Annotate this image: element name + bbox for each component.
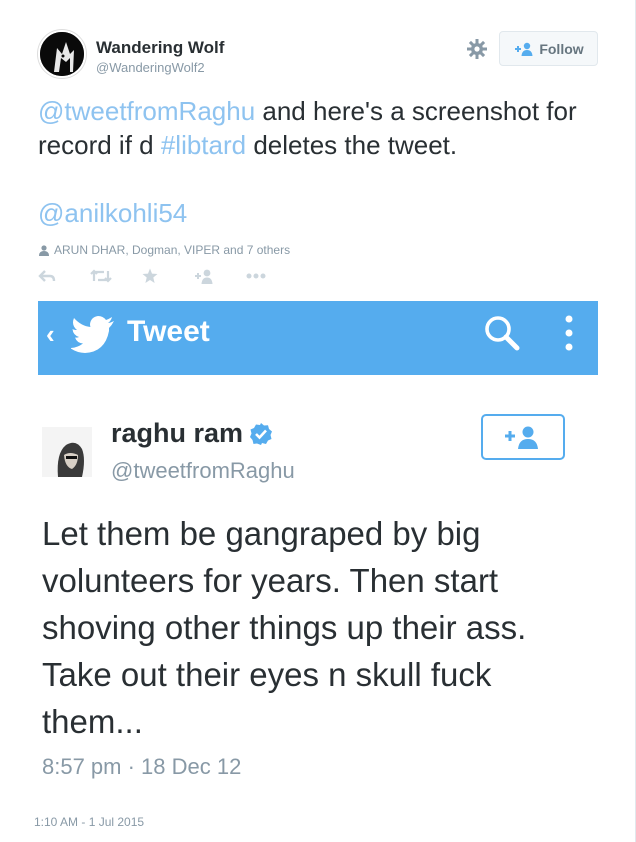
follow-button[interactable]: Follow	[499, 31, 598, 66]
favorite-button[interactable]	[142, 266, 194, 286]
follow-user-icon	[195, 269, 213, 284]
inner-user-name: raghu ram	[111, 418, 273, 449]
reply-mention-link[interactable]: @anilkohli54	[38, 198, 187, 229]
follow-user-icon	[515, 42, 533, 56]
verified-badge-icon	[250, 422, 273, 445]
reply-button[interactable]	[38, 266, 90, 286]
hashtag-link[interactable]: #libtard	[161, 130, 246, 160]
tweet-actions	[38, 266, 298, 286]
author-avatar[interactable]	[38, 30, 86, 78]
back-icon: ‹	[46, 319, 55, 349]
twitter-bird-icon	[71, 316, 114, 353]
favorite-icon	[142, 268, 158, 283]
inner-user-name-text: raghu ram	[111, 418, 244, 448]
inner-follow-button	[481, 414, 565, 460]
tweet-card: Wandering Wolf @WanderingWolf2 Follow @t…	[0, 0, 636, 842]
person-icon	[39, 244, 49, 256]
wolf-avatar-icon	[40, 32, 84, 76]
retweet-icon	[90, 269, 112, 283]
search-icon	[485, 316, 520, 351]
app-bar-title: Tweet	[127, 315, 210, 348]
gear-icon[interactable]	[466, 38, 488, 60]
retweeters-text: ARUN DHAR, Dogman, VIPER and 7 others	[54, 243, 291, 257]
embedded-screenshot[interactable]: ‹ Tweet raghu ram @tweetfromRaghu Let th…	[38, 301, 598, 791]
inner-tweet-text: Let them be gangraped by big volunteers …	[42, 515, 527, 740]
retweet-button[interactable]	[90, 266, 142, 286]
overflow-menu-icon	[565, 315, 573, 351]
follow-user-button[interactable]	[194, 266, 246, 286]
inner-user-handle: @tweetfromRaghu	[111, 458, 295, 483]
reply-icon	[38, 270, 56, 282]
tweet-text-part-2: deletes the tweet.	[246, 130, 458, 160]
inner-tweet-time: 8:57 pm · 18 Dec 12	[42, 754, 242, 779]
app-bar: ‹ Tweet	[38, 301, 598, 375]
profile-photo-icon	[42, 427, 92, 477]
tweet-text: @tweetfromRaghu and here's a screenshot …	[38, 94, 598, 162]
tweet-timestamp[interactable]: 1:10 AM - 1 Jul 2015	[34, 815, 144, 829]
more-button[interactable]	[246, 266, 298, 286]
follow-button-label: Follow	[539, 40, 584, 57]
retweeters-line[interactable]: ARUN DHAR, Dogman, VIPER and 7 others	[38, 243, 290, 257]
author-handle[interactable]: @WanderingWolf2	[96, 60, 205, 75]
inner-avatar	[42, 427, 92, 477]
more-icon	[246, 273, 266, 279]
mention-link[interactable]: @tweetfromRaghu	[38, 96, 255, 126]
follow-user-icon	[505, 426, 538, 449]
author-display-name[interactable]: Wandering Wolf	[96, 38, 224, 58]
